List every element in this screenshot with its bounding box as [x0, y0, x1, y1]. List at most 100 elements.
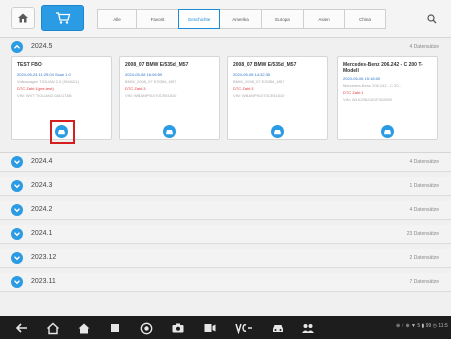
app-home-button[interactable] [76, 320, 92, 336]
app-window: Alle Favorit Geschichte Amerika Europa A… [0, 0, 451, 339]
group-label: 2024.3 [31, 182, 53, 189]
history-group-row[interactable]: 2024.1 23 Datensätze [0, 225, 451, 244]
car-icon [274, 130, 281, 135]
card-dtc: DTC Zahl:3 [125, 86, 146, 91]
group-count: 1 Datensätze [409, 183, 439, 189]
car-icon [384, 130, 391, 135]
open-record-button[interactable] [271, 125, 284, 138]
group-count: 4 Datensätze [409, 159, 439, 165]
status-bar-text: ⊕ ↑ ⊕ ▼ 5 ▮ 99 ◷ 11:5 [396, 323, 448, 329]
recent-apps-button[interactable] [107, 320, 123, 336]
tab-china[interactable]: China [344, 9, 386, 29]
open-record-button[interactable] [163, 125, 176, 138]
system-navbar: ⊕ ↑ ⊕ ▼ 5 ▮ 99 ◷ 11:5 [0, 316, 451, 339]
card-date: 2024-05-06 15:18:00 [343, 76, 381, 81]
tab-amerika[interactable]: Amerika [219, 9, 262, 29]
search-button[interactable] [422, 9, 442, 29]
globe-icon [140, 322, 152, 334]
group-count: 4 Datensätze [409, 44, 439, 50]
tab-favorit[interactable]: Favorit [136, 9, 179, 29]
group-label: 2024.5 [31, 43, 53, 50]
back-button[interactable] [14, 320, 30, 336]
home-nav-button[interactable] [45, 320, 61, 336]
tab-europa[interactable]: Europa [261, 9, 304, 29]
card-date: 2024-05-08 14:32:35 [233, 72, 271, 77]
camera-button[interactable] [170, 320, 186, 336]
chevron-down-icon[interactable] [11, 204, 23, 216]
history-group-row[interactable]: 2024.2 4 Datensätze [0, 201, 451, 220]
record-card[interactable]: TEST FBO 2024-05-24 11:29:04 Scan 1.0 Vo… [11, 56, 112, 144]
card-vin: VIN: WVT TIGUAN2.0AD1TAB [17, 93, 72, 98]
history-group-row[interactable]: 2024.4 4 Datensätze [0, 153, 451, 172]
card-title: Mercedes-Benz 206.242 - C 200 T-Modell [343, 62, 423, 74]
browser-button[interactable] [138, 320, 154, 336]
vehicle-button[interactable] [270, 320, 286, 336]
history-group-row[interactable]: 2024.3 1 Datensätze [0, 177, 451, 196]
card-vehicle: BMW_2008_07 E/535d_M57 [125, 79, 177, 84]
card-date: 2024-05-24 11:29:04 Scan 1.0 [17, 72, 71, 77]
home-icon [47, 322, 59, 334]
top-toolbar: Alle Favorit Geschichte Amerika Europa A… [0, 0, 451, 38]
card-title: TEST FBO [17, 62, 42, 68]
group-label: 2024.4 [31, 158, 53, 165]
group-count: 23 Datensätze [406, 231, 439, 237]
car-icon [273, 325, 283, 332]
card-vin: VIN: W1K2062421F002890 [343, 97, 392, 102]
tab-label: Favorit [150, 16, 165, 22]
tab-geschichte[interactable]: Geschichte [178, 9, 220, 29]
group-label: 2023.11 [31, 278, 56, 285]
tab-label: Alle [113, 16, 121, 22]
chevron-down-icon[interactable] [11, 276, 23, 288]
house-icon [78, 323, 90, 333]
group-header[interactable]: 2024.5 4 Datensätze [0, 38, 451, 57]
cart-icon [55, 12, 70, 24]
card-vehicle: Volkswagen TIGUAN 2.0 (5N/AD1) [17, 79, 79, 84]
history-group-row[interactable]: 2023.12 2 Datensätze [0, 249, 451, 268]
card-vin: VIN: WBANP91070CE61610 [233, 93, 285, 98]
highlight-box [50, 120, 75, 144]
tab-label: Europa [275, 16, 290, 22]
tab-asien[interactable]: Asien [303, 9, 345, 29]
history-group-expanded: 2024.5 4 Datensätze TEST FBO 2024-05-24 … [0, 38, 451, 153]
chevron-down-icon[interactable] [11, 156, 23, 168]
vci-button[interactable] [234, 320, 254, 336]
vehicle-history-button[interactable] [41, 5, 84, 31]
settings-button[interactable] [300, 320, 316, 336]
home-button[interactable] [11, 7, 35, 29]
group-count: 7 Datensätze [409, 279, 439, 285]
tab-alle[interactable]: Alle [97, 9, 137, 29]
search-icon [427, 14, 437, 24]
car-icon [166, 130, 173, 135]
chevron-down-icon[interactable] [11, 180, 23, 192]
camera-icon [172, 323, 184, 333]
vci-icon [235, 323, 252, 334]
tab-label: Asien [318, 16, 330, 22]
record-card[interactable]: 2008_07 BMW E/535d_M57 2024-05-08 16:06:… [119, 56, 220, 140]
screen-record-button[interactable] [202, 320, 218, 336]
group-count: 4 Datensätze [409, 207, 439, 213]
card-vehicle: BMW_2008_07 E/535d_M57 [233, 79, 285, 84]
card-vehicle: Mercedes-Benz 206.242 - C 20... [343, 83, 402, 88]
group-label: 2023.12 [31, 254, 57, 261]
open-record-button[interactable] [381, 125, 394, 138]
back-icon [15, 323, 27, 333]
card-title: 2008_07 BMW E/535d_M57 [125, 62, 189, 68]
chevron-down-icon[interactable] [11, 252, 23, 264]
tab-label: Geschichte [187, 16, 211, 22]
record-icon [204, 324, 216, 332]
group-label: 2024.1 [31, 230, 53, 237]
filter-tabs: Alle Favorit Geschichte Amerika Europa A… [97, 9, 386, 29]
group-count: 2 Datensätze [409, 255, 439, 261]
record-card[interactable]: Mercedes-Benz 206.242 - C 200 T-Modell 2… [337, 56, 438, 140]
chevron-down-icon[interactable] [11, 228, 23, 240]
record-card[interactable]: 2008_07 BMW E/535d_M57 2024-05-08 14:32:… [227, 56, 328, 140]
card-vin: VIN: WBANP91070CE61610 [125, 93, 177, 98]
group-label: 2024.2 [31, 206, 53, 213]
square-icon [111, 324, 119, 332]
card-title: 2008_07 BMW E/535d_M57 [233, 62, 297, 68]
chevron-up-icon[interactable] [11, 41, 23, 53]
history-group-row[interactable]: 2023.11 7 Datensätze [0, 273, 451, 292]
card-date: 2024-05-08 16:06:59 [125, 72, 163, 77]
tab-label: Amerika [232, 16, 249, 22]
home-icon [18, 13, 28, 23]
